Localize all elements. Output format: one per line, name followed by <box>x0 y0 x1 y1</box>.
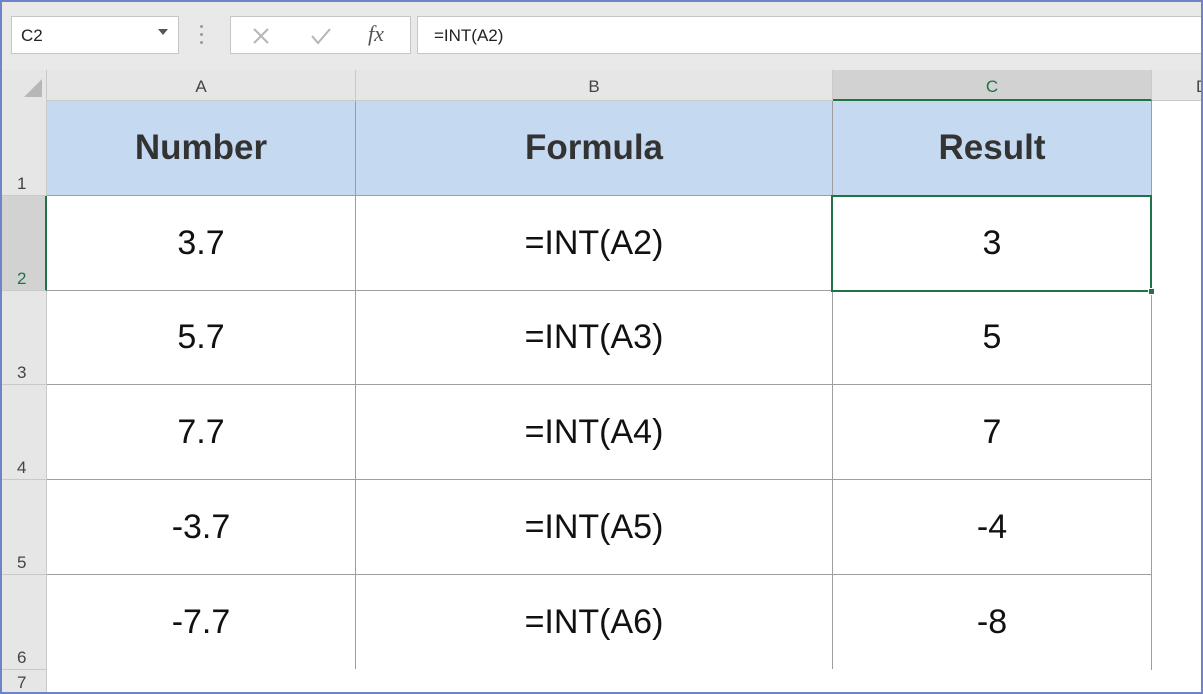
formula-buttons: fx <box>230 16 411 54</box>
table-cell[interactable]: 5 <box>833 291 1152 385</box>
row-header-4[interactable]: 4 <box>2 385 47 480</box>
formula-text: =INT(A2) <box>434 26 503 46</box>
fill-handle[interactable] <box>1148 288 1155 295</box>
table-cell[interactable]: -7.7 <box>47 575 356 670</box>
table-cell[interactable]: =INT(A4) <box>356 385 833 480</box>
table-cell[interactable]: -3.7 <box>47 480 356 575</box>
row-header-7[interactable]: 7 <box>2 670 47 694</box>
table-cell[interactable]: -8 <box>833 575 1152 670</box>
empty-row-7[interactable] <box>47 669 1151 694</box>
select-all-button[interactable] <box>2 70 47 102</box>
row-label: 5 <box>17 553 26 573</box>
row-header-1[interactable]: 1 <box>2 101 47 196</box>
header-cell-formula[interactable]: Formula <box>356 101 833 196</box>
table-cell[interactable]: 5.7 <box>47 291 356 385</box>
row-header-2[interactable]: 2 <box>2 196 47 291</box>
row-header-6[interactable]: 6 <box>2 575 47 670</box>
row-header-3[interactable]: 3 <box>2 291 47 385</box>
row-label: 1 <box>17 174 26 194</box>
row-label: 4 <box>17 458 26 478</box>
formula-bar: C2 fx =INT(A2) <box>2 2 1201 71</box>
table-cell[interactable]: =INT(A2) <box>356 196 833 291</box>
column-header-c[interactable]: C <box>833 70 1152 101</box>
check-icon[interactable] <box>307 23 335 49</box>
table-cell[interactable]: =INT(A5) <box>356 480 833 575</box>
row-label: 2 <box>17 269 26 289</box>
name-box[interactable]: C2 <box>11 16 179 54</box>
x-icon[interactable] <box>247 23 275 49</box>
table-cell[interactable]: =INT(A6) <box>356 575 833 670</box>
formula-input[interactable]: =INT(A2) <box>417 16 1201 54</box>
table-cell[interactable]: -4 <box>833 480 1152 575</box>
column-header-b[interactable]: B <box>356 70 833 101</box>
table-cell[interactable]: 7.7 <box>47 385 356 480</box>
worksheet-grid: A B C D 1 2 3 4 5 6 7 Number Formula Res… <box>2 70 1201 694</box>
chevron-down-icon[interactable] <box>158 29 168 35</box>
insert-function-icon[interactable]: fx <box>368 21 384 47</box>
row-label: 7 <box>17 673 26 693</box>
column-header-a[interactable]: A <box>47 70 356 101</box>
table-cell[interactable]: 3 <box>833 196 1152 291</box>
header-cell-result[interactable]: Result <box>833 101 1152 196</box>
table-cell[interactable]: =INT(A3) <box>356 291 833 385</box>
table-cell[interactable]: 3.7 <box>47 196 356 291</box>
row-label: 6 <box>17 648 26 668</box>
name-box-value: C2 <box>21 26 43 46</box>
table-cell[interactable]: 7 <box>833 385 1152 480</box>
header-cell-number[interactable]: Number <box>47 101 356 196</box>
column-header-d[interactable]: D <box>1152 70 1201 101</box>
row-label: 3 <box>17 363 26 383</box>
row-header-5[interactable]: 5 <box>2 480 47 575</box>
grip-icon[interactable] <box>200 25 204 47</box>
